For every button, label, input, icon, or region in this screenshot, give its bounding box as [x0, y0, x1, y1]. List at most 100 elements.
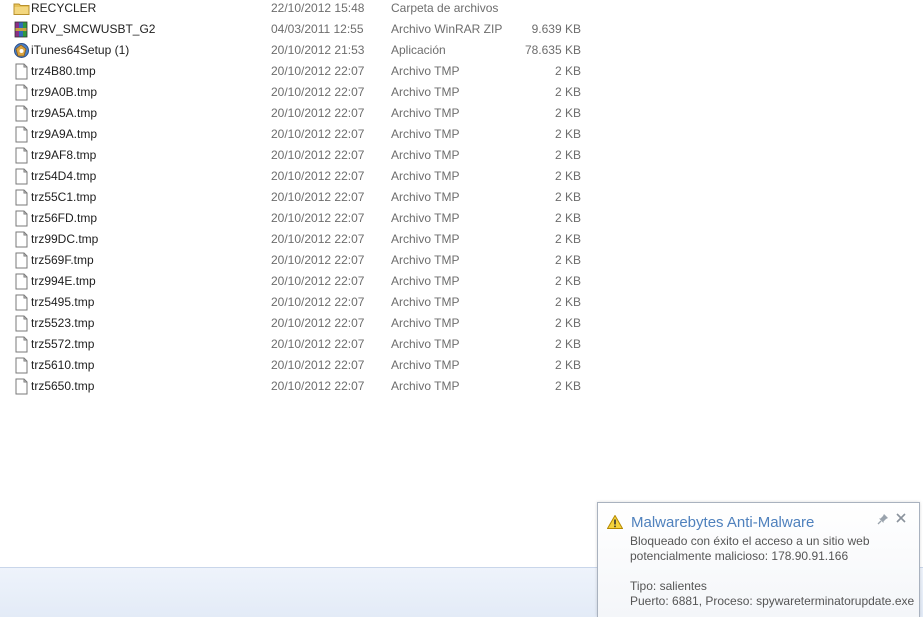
file-icon	[13, 168, 30, 185]
file-name[interactable]: DRV_SMCWUSBT_G2	[31, 22, 155, 36]
file-icon	[13, 378, 30, 395]
file-name[interactable]: trz56FD.tmp	[31, 211, 97, 225]
file-row[interactable]: trz5610.tmp 20/10/2012 22:07 Archivo TMP 2 …	[0, 355, 600, 376]
file-size: 2 KB	[554, 274, 581, 288]
file-size: 2 KB	[554, 379, 581, 393]
file-icon	[13, 315, 30, 332]
file-icon	[13, 252, 30, 269]
file-type: Archivo TMP	[391, 379, 460, 393]
notification-port-process: Puerto: 6881, Proceso: spywareterminator…	[630, 594, 915, 608]
file-list: RECYCLER 22/10/2012 15:48 Carpeta de archi…	[0, 0, 923, 400]
file-icon	[13, 294, 30, 311]
file-name[interactable]: trz5572.tmp	[31, 337, 94, 351]
file-row[interactable]: trz5650.tmp 20/10/2012 22:07 Archivo TMP 2 …	[0, 376, 600, 397]
file-size: 2 KB	[554, 169, 581, 183]
file-icon	[13, 147, 30, 164]
warning-icon	[607, 515, 623, 529]
file-date-modified: 20/10/2012 22:07	[271, 232, 365, 246]
file-icon	[13, 210, 30, 227]
file-row[interactable]: RECYCLER 22/10/2012 15:48 Carpeta de archi…	[0, 0, 600, 19]
file-size: 2 KB	[554, 316, 581, 330]
file-icon	[13, 336, 30, 353]
file-type: Archivo TMP	[391, 106, 460, 120]
file-size: 2 KB	[554, 295, 581, 309]
file-row[interactable]: trz56FD.tmp 20/10/2012 22:07 Archivo TMP 2 …	[0, 208, 600, 229]
file-name[interactable]: iTunes64Setup (1)	[31, 43, 129, 57]
file-name[interactable]: trz99DC.tmp	[31, 232, 98, 246]
file-icon	[13, 126, 30, 143]
file-row[interactable]: trz9A0B.tmp 20/10/2012 22:07 Archivo TMP 2 …	[0, 82, 600, 103]
file-type: Archivo TMP	[391, 358, 460, 372]
file-row[interactable]: iTunes64Setup (1) 20/10/2012 21:53 Aplicac…	[0, 40, 600, 61]
file-icon	[13, 105, 30, 122]
notification-type: Tipo: salientes	[630, 579, 707, 593]
file-name[interactable]: trz9A9A.tmp	[31, 127, 97, 141]
malwarebytes-notification[interactable]: Malwarebytes Anti-Malware Bloqueado con …	[597, 502, 920, 617]
file-row[interactable]: trz9A5A.tmp 20/10/2012 22:07 Archivo TMP 2 …	[0, 103, 600, 124]
folder-icon	[13, 0, 30, 17]
file-date-modified: 20/10/2012 22:07	[271, 169, 365, 183]
file-name[interactable]: trz55C1.tmp	[31, 190, 96, 204]
file-name[interactable]: trz9A0B.tmp	[31, 85, 97, 99]
file-icon	[13, 273, 30, 290]
file-date-modified: 20/10/2012 22:07	[271, 316, 365, 330]
file-name[interactable]: trz5495.tmp	[31, 295, 94, 309]
file-row[interactable]: trz99DC.tmp 20/10/2012 22:07 Archivo TMP 2 …	[0, 229, 600, 250]
file-row[interactable]: trz569F.tmp 20/10/2012 22:07 Archivo TMP 2 …	[0, 250, 600, 271]
file-type: Archivo TMP	[391, 85, 460, 99]
file-row[interactable]: trz55C1.tmp 20/10/2012 22:07 Archivo TMP 2 …	[0, 187, 600, 208]
file-row[interactable]: trz5572.tmp 20/10/2012 22:07 Archivo TMP 2 …	[0, 334, 600, 355]
file-type: Aplicación	[391, 43, 446, 57]
file-size: 2 KB	[554, 190, 581, 204]
file-name[interactable]: RECYCLER	[31, 1, 96, 15]
file-size: 2 KB	[554, 127, 581, 141]
file-name[interactable]: trz9A5A.tmp	[31, 106, 97, 120]
file-row[interactable]: trz9AF8.tmp 20/10/2012 22:07 Archivo TMP 2 …	[0, 145, 600, 166]
file-type: Archivo TMP	[391, 337, 460, 351]
file-type: Archivo TMP	[391, 169, 460, 183]
file-size: 2 KB	[554, 232, 581, 246]
file-type: Archivo TMP	[391, 148, 460, 162]
file-row[interactable]: trz5523.tmp 20/10/2012 22:07 Archivo TMP 2 …	[0, 313, 600, 334]
file-name[interactable]: trz994E.tmp	[31, 274, 96, 288]
file-icon	[13, 63, 30, 80]
file-size: 78.635 KB	[524, 43, 581, 57]
file-icon	[13, 357, 30, 374]
file-name[interactable]: trz569F.tmp	[31, 253, 94, 267]
file-name[interactable]: trz5523.tmp	[31, 316, 94, 330]
file-date-modified: 22/10/2012 15:48	[271, 1, 365, 15]
file-name[interactable]: trz5610.tmp	[31, 358, 94, 372]
file-date-modified: 20/10/2012 22:07	[271, 106, 365, 120]
file-size: 2 KB	[554, 106, 581, 120]
file-type: Archivo TMP	[391, 295, 460, 309]
file-row[interactable]: trz54D4.tmp 20/10/2012 22:07 Archivo TMP 2 …	[0, 166, 600, 187]
file-name[interactable]: trz54D4.tmp	[31, 169, 96, 183]
file-type: Archivo TMP	[391, 64, 460, 78]
file-name[interactable]: trz5650.tmp	[31, 379, 94, 393]
file-name[interactable]: trz4B80.tmp	[31, 64, 96, 78]
file-row[interactable]: trz4B80.tmp 20/10/2012 22:07 Archivo TMP 2 …	[0, 61, 600, 82]
file-date-modified: 20/10/2012 22:07	[271, 295, 365, 309]
file-row[interactable]: DRV_SMCWUSBT_G2 04/03/2011 12:55 Archivo W…	[0, 19, 600, 40]
file-row[interactable]: trz994E.tmp 20/10/2012 22:07 Archivo TMP 2 …	[0, 271, 600, 292]
file-type: Archivo TMP	[391, 232, 460, 246]
file-size: 2 KB	[554, 85, 581, 99]
file-date-modified: 04/03/2011 12:55	[271, 22, 364, 36]
file-size: 2 KB	[554, 337, 581, 351]
pin-icon[interactable]	[877, 513, 889, 525]
file-name[interactable]: trz9AF8.tmp	[31, 148, 96, 162]
notification-message-line-2: potencialmente malicioso: 178.90.91.166	[630, 549, 849, 563]
file-date-modified: 20/10/2012 22:07	[271, 358, 365, 372]
file-date-modified: 20/10/2012 21:53	[271, 43, 365, 57]
file-size: 9.639 KB	[531, 22, 581, 36]
file-icon	[13, 84, 30, 101]
file-size: 2 KB	[554, 64, 581, 78]
file-date-modified: 20/10/2012 22:07	[271, 127, 365, 141]
file-type: Archivo TMP	[391, 211, 460, 225]
file-row[interactable]: trz9A9A.tmp 20/10/2012 22:07 Archivo TMP 2 …	[0, 124, 600, 145]
notification-title: Malwarebytes Anti-Malware	[631, 514, 815, 531]
file-row[interactable]: trz5495.tmp 20/10/2012 22:07 Archivo TMP 2 …	[0, 292, 600, 313]
close-icon[interactable]	[896, 513, 906, 523]
notification-message-line-1: Bloqueado con éxito el acceso a un sitio…	[630, 534, 870, 548]
file-type: Archivo TMP	[391, 274, 460, 288]
